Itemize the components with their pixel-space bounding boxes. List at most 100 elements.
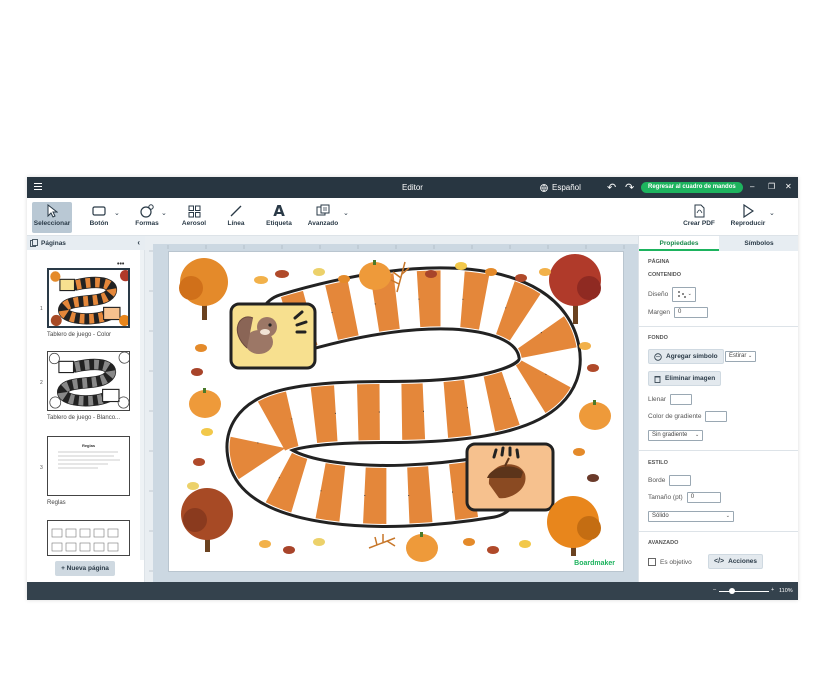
remove-image-button[interactable]: Eliminar imagen	[648, 371, 722, 386]
add-symbol-label: Agregar símbolo	[666, 353, 718, 360]
button-tool[interactable]: Botón	[87, 202, 111, 227]
design-row: Diseño ⌄	[648, 287, 697, 302]
is-target-label: Es objetivo	[660, 558, 692, 566]
tab-symbols[interactable]: Símbolos	[719, 236, 798, 251]
is-target-checkbox[interactable]	[648, 558, 656, 566]
close-icon[interactable]: ✕	[785, 182, 792, 191]
divider	[639, 326, 798, 327]
button-tool-chevron-icon[interactable]: ⌄	[114, 209, 120, 217]
pages-header-label: Páginas	[41, 240, 66, 247]
actions-label: Acciones	[728, 558, 758, 565]
pages-header: Páginas ‹	[27, 236, 145, 250]
size-input[interactable]: 0	[686, 492, 721, 503]
divider	[639, 531, 798, 532]
design-label: Diseño	[648, 291, 669, 298]
button-tool-label: Botón	[89, 220, 109, 227]
stretch-value: Estirar	[729, 353, 747, 359]
page-thumbnail-4[interactable]	[47, 520, 130, 556]
label-tool-label: Etiqueta	[266, 220, 292, 227]
top-ruler	[145, 236, 638, 249]
advanced-tool-chevron-icon[interactable]: ⌄	[343, 209, 349, 217]
play-button[interactable]: Reproducir	[729, 202, 767, 227]
symbol-icon	[654, 352, 662, 361]
undo-icon[interactable]: ↶	[607, 181, 616, 194]
page-number: 1	[40, 306, 43, 312]
properties-tabs: Propiedades Símbolos	[639, 236, 798, 251]
stretch-select[interactable]: Estirar ⌄	[725, 351, 757, 362]
gradient-select-value: Sin gradiente	[652, 432, 688, 438]
label-tool[interactable]: A Etiqueta	[263, 202, 295, 227]
boardmaker-logo: Boardmaker	[574, 560, 615, 567]
page-number: 2	[40, 380, 43, 386]
language-selector[interactable]: Español	[540, 183, 581, 192]
dashboard-button[interactable]: Regresar al cuadro de mandos	[641, 182, 743, 193]
border-row: Borde	[648, 475, 692, 486]
play-label: Reproducir	[730, 220, 766, 227]
select-tool[interactable]: Seleccionar	[32, 202, 72, 233]
restore-icon[interactable]: ❐	[768, 182, 775, 191]
shapes-tool-chevron-icon[interactable]: ⌄	[161, 209, 167, 217]
button-icon	[92, 202, 106, 220]
actions-button[interactable]: </> Acciones	[708, 554, 764, 569]
border-color-swatch[interactable]	[669, 475, 692, 486]
shapes-tool[interactable]: Formas	[133, 202, 161, 227]
design-select[interactable]: ⌄	[672, 287, 697, 302]
redo-icon[interactable]: ↷	[625, 181, 634, 194]
collapse-panel-icon[interactable]: ‹	[137, 238, 140, 247]
size-row: Tamaño (pt) 0	[648, 492, 721, 503]
section-page-heading: PÁGINA	[648, 259, 670, 265]
divider	[639, 450, 798, 451]
minimize-icon[interactable]: –	[750, 182, 754, 191]
game-board-canvas[interactable]: Boardmaker	[168, 251, 624, 572]
add-symbol-button[interactable]: Agregar símbolo	[648, 349, 724, 364]
page-options-icon[interactable]: •••	[117, 261, 124, 268]
page-thumbnail-1[interactable]	[47, 268, 130, 328]
section-advanced-heading: AVANZADO	[648, 540, 679, 546]
zoom-level: 110%	[779, 588, 793, 594]
zoom-out-icon[interactable]: –	[713, 587, 716, 593]
language-label: Español	[552, 183, 581, 192]
properties-panel: Propiedades Símbolos PÁGINA CONTENIDO Di…	[638, 236, 798, 582]
game-board-illustration[interactable]	[169, 252, 625, 573]
spray-tool-label: Aerosol	[181, 220, 207, 227]
page-caption: Reglas	[47, 500, 66, 506]
gradient-color-label: Color de gradiente	[648, 413, 702, 420]
canvas-area: Boardmaker	[145, 236, 638, 582]
gradient-select[interactable]: Sin gradiente ⌄	[648, 430, 704, 441]
advanced-tool[interactable]: Avanzado	[306, 202, 340, 227]
border-label: Borde	[648, 477, 666, 484]
gradient-color-swatch[interactable]	[705, 411, 728, 422]
zoom-slider-handle[interactable]	[729, 588, 735, 594]
tree-bottom-left	[181, 488, 233, 552]
create-pdf-button[interactable]: Crear PDF	[683, 202, 715, 227]
tab-properties[interactable]: Propiedades	[639, 236, 719, 251]
trash-icon	[654, 375, 661, 383]
advanced-tool-label: Avanzado	[307, 220, 339, 227]
play-chevron-icon[interactable]: ⌄	[769, 209, 775, 217]
line-tool[interactable]: Línea	[224, 202, 248, 227]
spray-tool[interactable]: Aerosol	[180, 202, 208, 227]
zoom-in-icon[interactable]: +	[771, 587, 774, 593]
page-thumbnail-2[interactable]	[47, 351, 130, 411]
advanced-icon	[316, 202, 330, 220]
text-icon: A	[273, 202, 285, 220]
editor-window: Editor Español ↶ ↷ Regresar al cuadro de…	[27, 177, 798, 600]
pumpkin	[189, 388, 221, 418]
globe-icon	[540, 183, 548, 192]
line-style-select[interactable]: Sólido ⌄	[648, 511, 734, 522]
pages-scrollbar[interactable]	[140, 250, 144, 560]
zoom-slider[interactable]	[719, 591, 769, 592]
section-background-heading: FONDO	[648, 335, 668, 341]
fill-color-swatch[interactable]	[670, 394, 693, 405]
grid-icon	[188, 202, 201, 220]
margin-row: Margen 0	[648, 307, 709, 318]
fill-label: Llenar	[648, 396, 667, 403]
pages-icon	[30, 239, 38, 249]
status-bar: – + 110%	[27, 582, 798, 600]
pumpkin	[359, 260, 391, 290]
new-page-button[interactable]: + Nueva página	[55, 561, 115, 576]
page-caption: Tablero de juego - Color	[47, 332, 112, 338]
margin-input[interactable]: 0	[674, 307, 709, 318]
section-style-heading: ESTILO	[648, 460, 668, 466]
page-thumbnail-3[interactable]: Reglas	[47, 436, 130, 496]
